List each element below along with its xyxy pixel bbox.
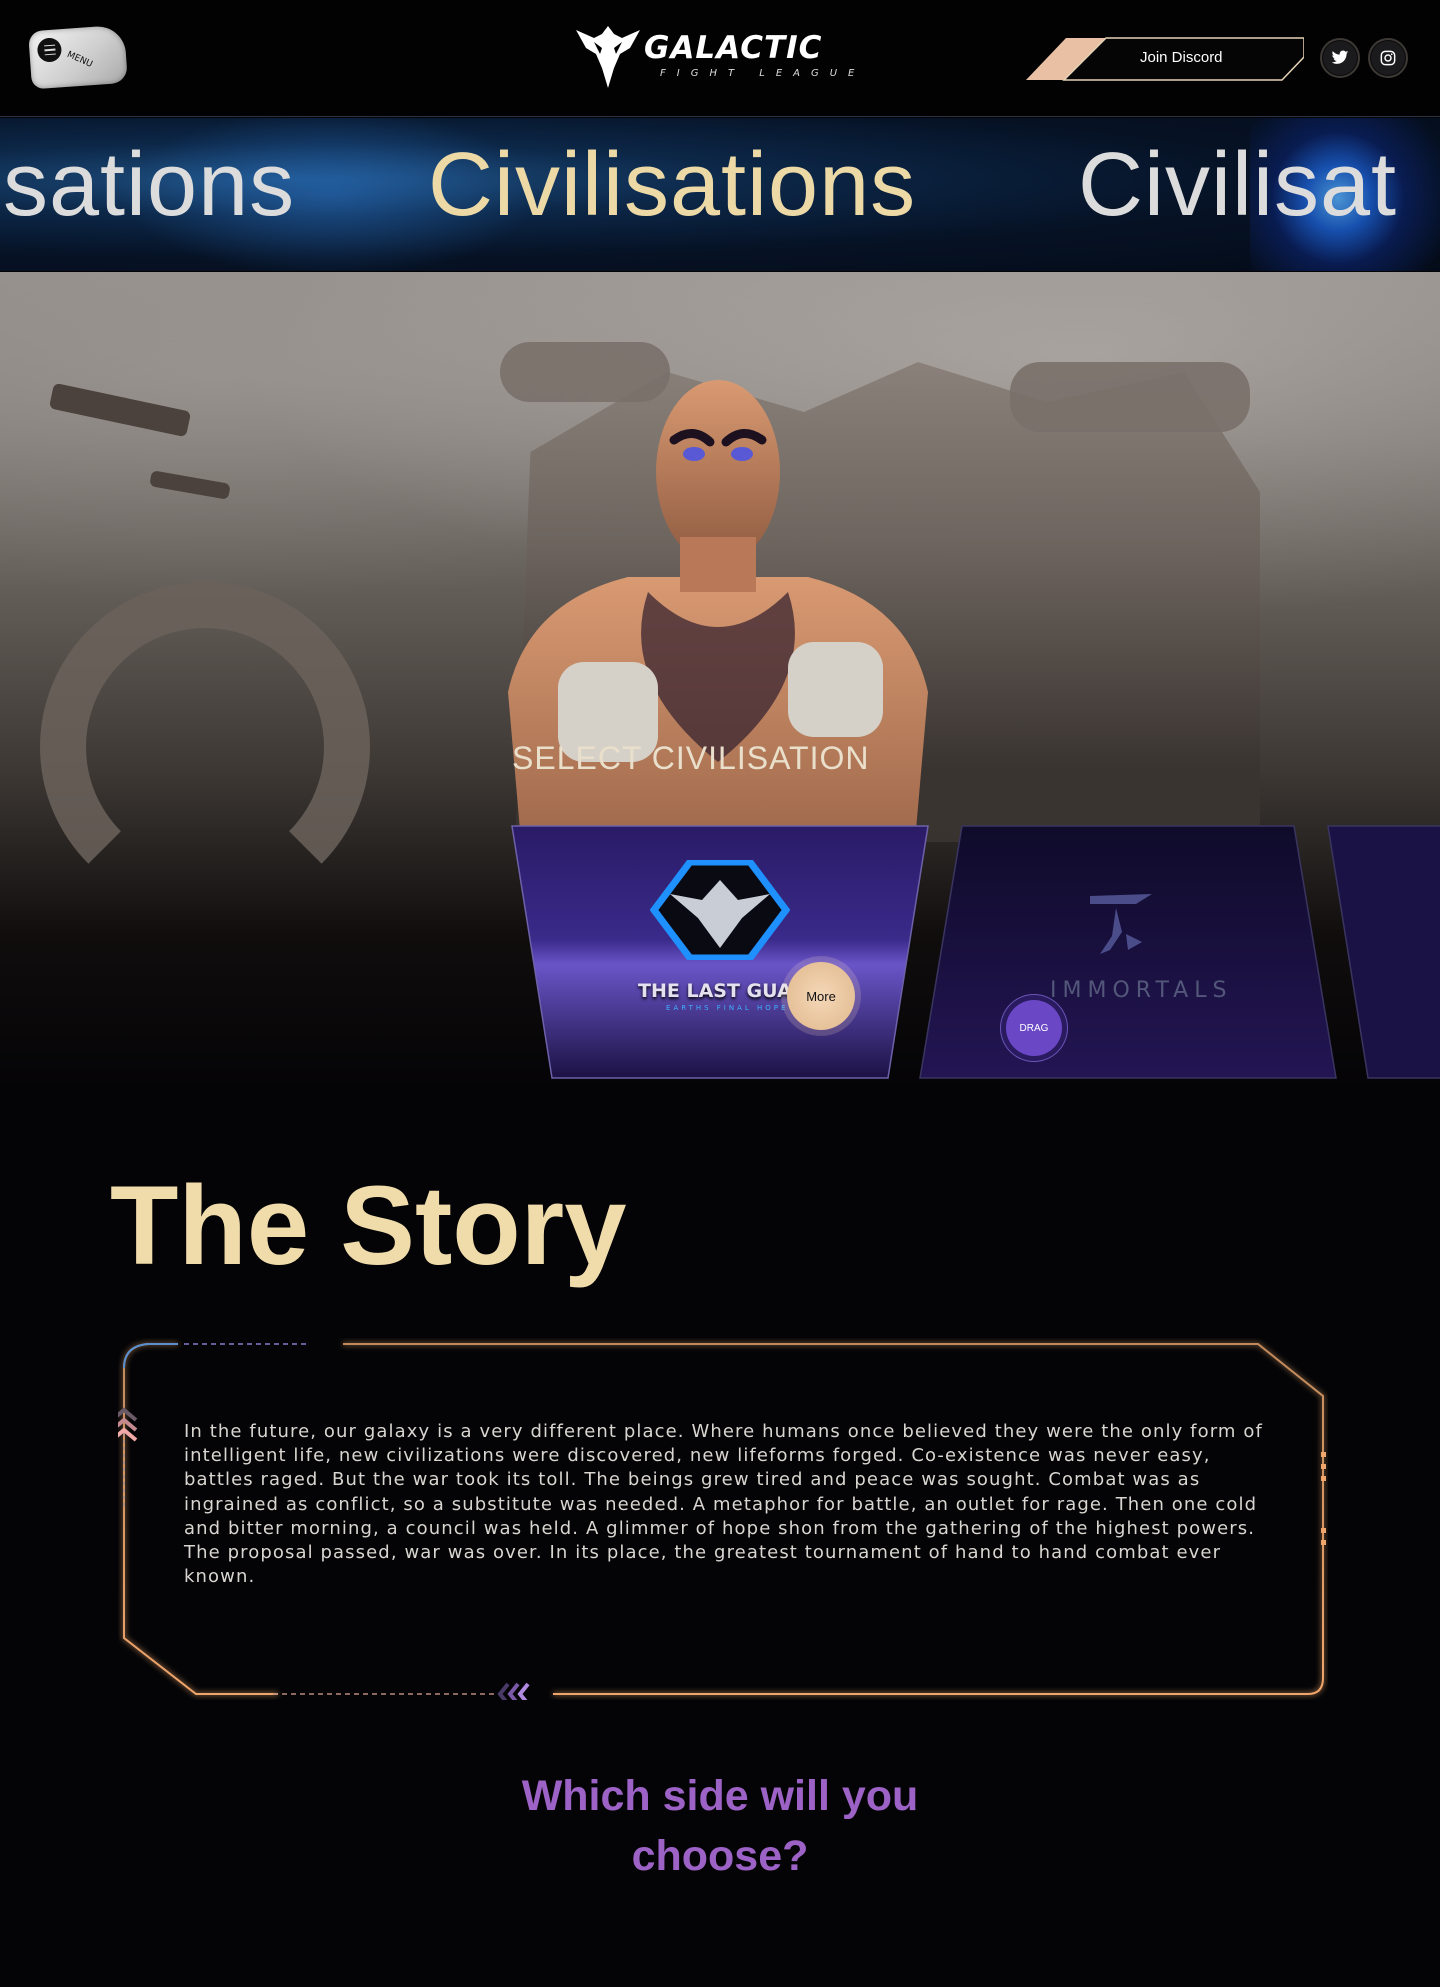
twitter-button[interactable] — [1320, 38, 1360, 78]
hero-section: SELECT CIVILISATION THE LAST GUARI EARTH… — [0, 272, 1440, 1082]
immortals-emblem-icon — [1090, 894, 1152, 954]
logo-title: GALACTIC — [644, 30, 823, 66]
civilisations-marquee: isations Civilisations Civilisat — [0, 118, 1440, 271]
marquee-text: isations — [0, 135, 296, 235]
hamburger-icon — [36, 37, 63, 63]
eagle-shield-icon — [650, 860, 790, 960]
discord-label: Join Discord — [1140, 49, 1223, 66]
join-discord-button[interactable]: Join Discord — [1024, 37, 1304, 81]
card-tagline: EARTHS FINAL HOPE — [666, 1004, 789, 1012]
menu-label: MENU — [65, 49, 94, 70]
logo-subtitle: FIGHT LEAGUE — [660, 68, 866, 79]
chevron-up-icon — [118, 1407, 138, 1442]
story-paragraph: In the future, our galaxy is a very diff… — [184, 1421, 1263, 1588]
card-title: IMMORTALS — [1050, 978, 1233, 1003]
civilisation-card-partial[interactable] — [1326, 822, 1440, 1082]
galactic-logo[interactable]: GALACTIC FIGHT LEAGUE — [572, 24, 872, 90]
civilisation-card-last-guardians[interactable]: THE LAST GUARI EARTHS FINAL HOPE More — [510, 822, 930, 1082]
city-tower — [1010, 362, 1250, 432]
menu-button[interactable]: MENU — [28, 24, 128, 90]
card-frame — [1327, 825, 1440, 1079]
choose-heading-line2: choose? — [631, 1832, 809, 1880]
choose-heading-line1: Which side will you — [521, 1772, 919, 1820]
chevron-left-icon — [497, 1682, 530, 1700]
choose-side-heading: Which side will you choose? — [420, 1766, 1020, 1886]
fighter-emblem-icon — [576, 26, 640, 88]
instagram-icon — [1380, 50, 1396, 66]
site-header: MENU GALACTIC FIGHT LEAGUE Join Discord — [0, 0, 1440, 117]
civilisation-card-immortals[interactable]: IMMORTALS DRAG — [918, 822, 1338, 1082]
drag-handle[interactable]: DRAG — [1006, 1000, 1062, 1056]
story-title: The Story — [110, 1163, 627, 1288]
marquee-text: Civilisat — [1078, 135, 1398, 235]
select-civilisation-title: SELECT CIVILISATION — [512, 740, 870, 776]
more-button[interactable]: More — [787, 962, 855, 1030]
marquee-text-highlight: Civilisations — [428, 135, 917, 235]
stone-arch-ruin — [40, 582, 370, 912]
twitter-icon — [1331, 50, 1349, 64]
instagram-button[interactable] — [1368, 38, 1408, 78]
